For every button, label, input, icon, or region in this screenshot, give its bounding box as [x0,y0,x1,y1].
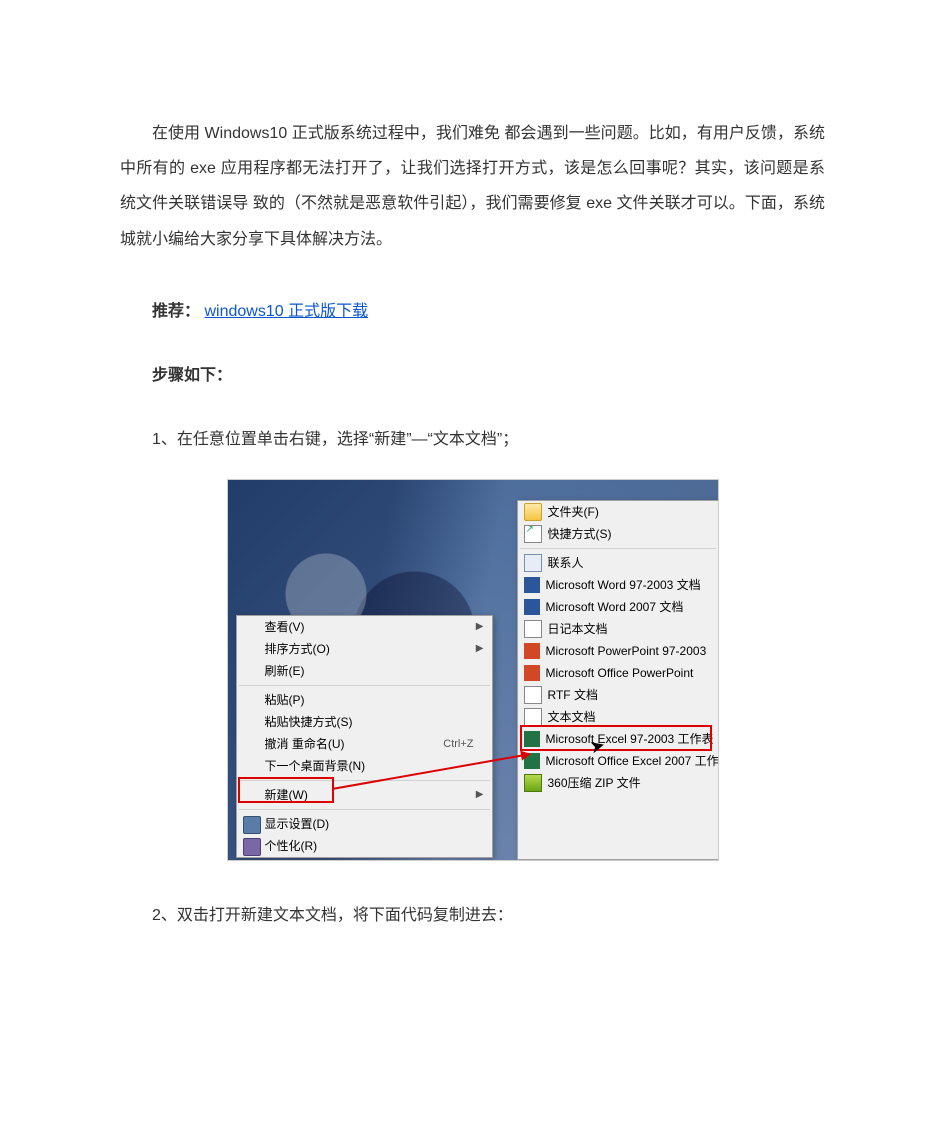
context-menu-new-submenu: 文件夹(F) 快捷方式(S) 联系人 Microsoft Word 97-200… [517,500,718,860]
intro-paragraph: 在使用 Windows10 正式版系统过程中，我们难免 都会遇到一些问题。比如，… [120,116,825,257]
recommend-line: 推荐： windows10 正式版下载 [120,297,825,321]
menu-item-personalize[interactable]: 个性化(R) [237,835,492,857]
menu-item-display-settings[interactable]: 显示设置(D) [237,813,492,835]
submenu-xls97[interactable]: Microsoft Excel 97-2003 工作表 [518,728,718,750]
submenu-word07[interactable]: Microsoft Word 2007 文档 [518,596,718,618]
zip-icon [524,774,542,792]
menu-item-sort[interactable]: 排序方式(O)▶ [237,638,492,660]
contact-icon [524,554,542,572]
rtf-icon [524,686,542,704]
menu-item-refresh[interactable]: 刷新(E) [237,660,492,682]
submenu-zip[interactable]: 360压缩 ZIP 文件 [518,772,718,794]
menu-item-new[interactable]: 新建(W)▶ [237,784,492,806]
journal-icon [524,620,542,638]
submenu-folder[interactable]: 文件夹(F) [518,501,718,523]
powerpoint-icon [524,665,540,681]
screenshot-context-menu: 查看(V)▶ 排序方式(O)▶ 刷新(E) 粘贴(P) 粘贴快捷方式(S) 撤消… [227,479,719,861]
submenu-ppt-office[interactable]: Microsoft Office PowerPoint [518,662,718,684]
submenu-text-document[interactable]: 文本文档 [518,706,718,728]
submenu-xls-office[interactable]: Microsoft Office Excel 2007 工作簿 [518,750,718,772]
submenu-journal[interactable]: 日记本文档 [518,618,718,640]
menu-item-view[interactable]: 查看(V)▶ [237,616,492,638]
step-2-text: 2、双击打开新建文本文档，将下面代码复制进去： [120,901,825,925]
submenu-word97[interactable]: Microsoft Word 97-2003 文档 [518,574,718,596]
text-file-icon [524,708,542,726]
word-icon [524,577,540,593]
recommend-label: 推荐： [152,303,200,320]
folder-icon [524,503,542,521]
monitor-icon [243,816,261,834]
menu-item-undo[interactable]: 撤消 重命名(U)Ctrl+Z [237,733,492,755]
personalize-icon [243,838,261,856]
menu-item-paste[interactable]: 粘贴(P) [237,689,492,711]
steps-header: 步骤如下： [120,361,825,385]
menu-item-paste-shortcut[interactable]: 粘贴快捷方式(S) [237,711,492,733]
context-menu-primary: 查看(V)▶ 排序方式(O)▶ 刷新(E) 粘贴(P) 粘贴快捷方式(S) 撤消… [236,615,493,858]
recommend-link[interactable]: windows10 正式版下载 [204,303,368,320]
powerpoint-icon [524,643,540,659]
step-1-text: 1、在任意位置单击右键，选择“新建”—“文本文档”； [120,425,825,449]
excel-icon [524,731,540,747]
submenu-shortcut[interactable]: 快捷方式(S) [518,523,718,545]
shortcut-icon [524,525,542,543]
submenu-contact[interactable]: 联系人 [518,552,718,574]
submenu-rtf[interactable]: RTF 文档 [518,684,718,706]
word-icon [524,599,540,615]
submenu-ppt97[interactable]: Microsoft PowerPoint 97-2003 [518,640,718,662]
